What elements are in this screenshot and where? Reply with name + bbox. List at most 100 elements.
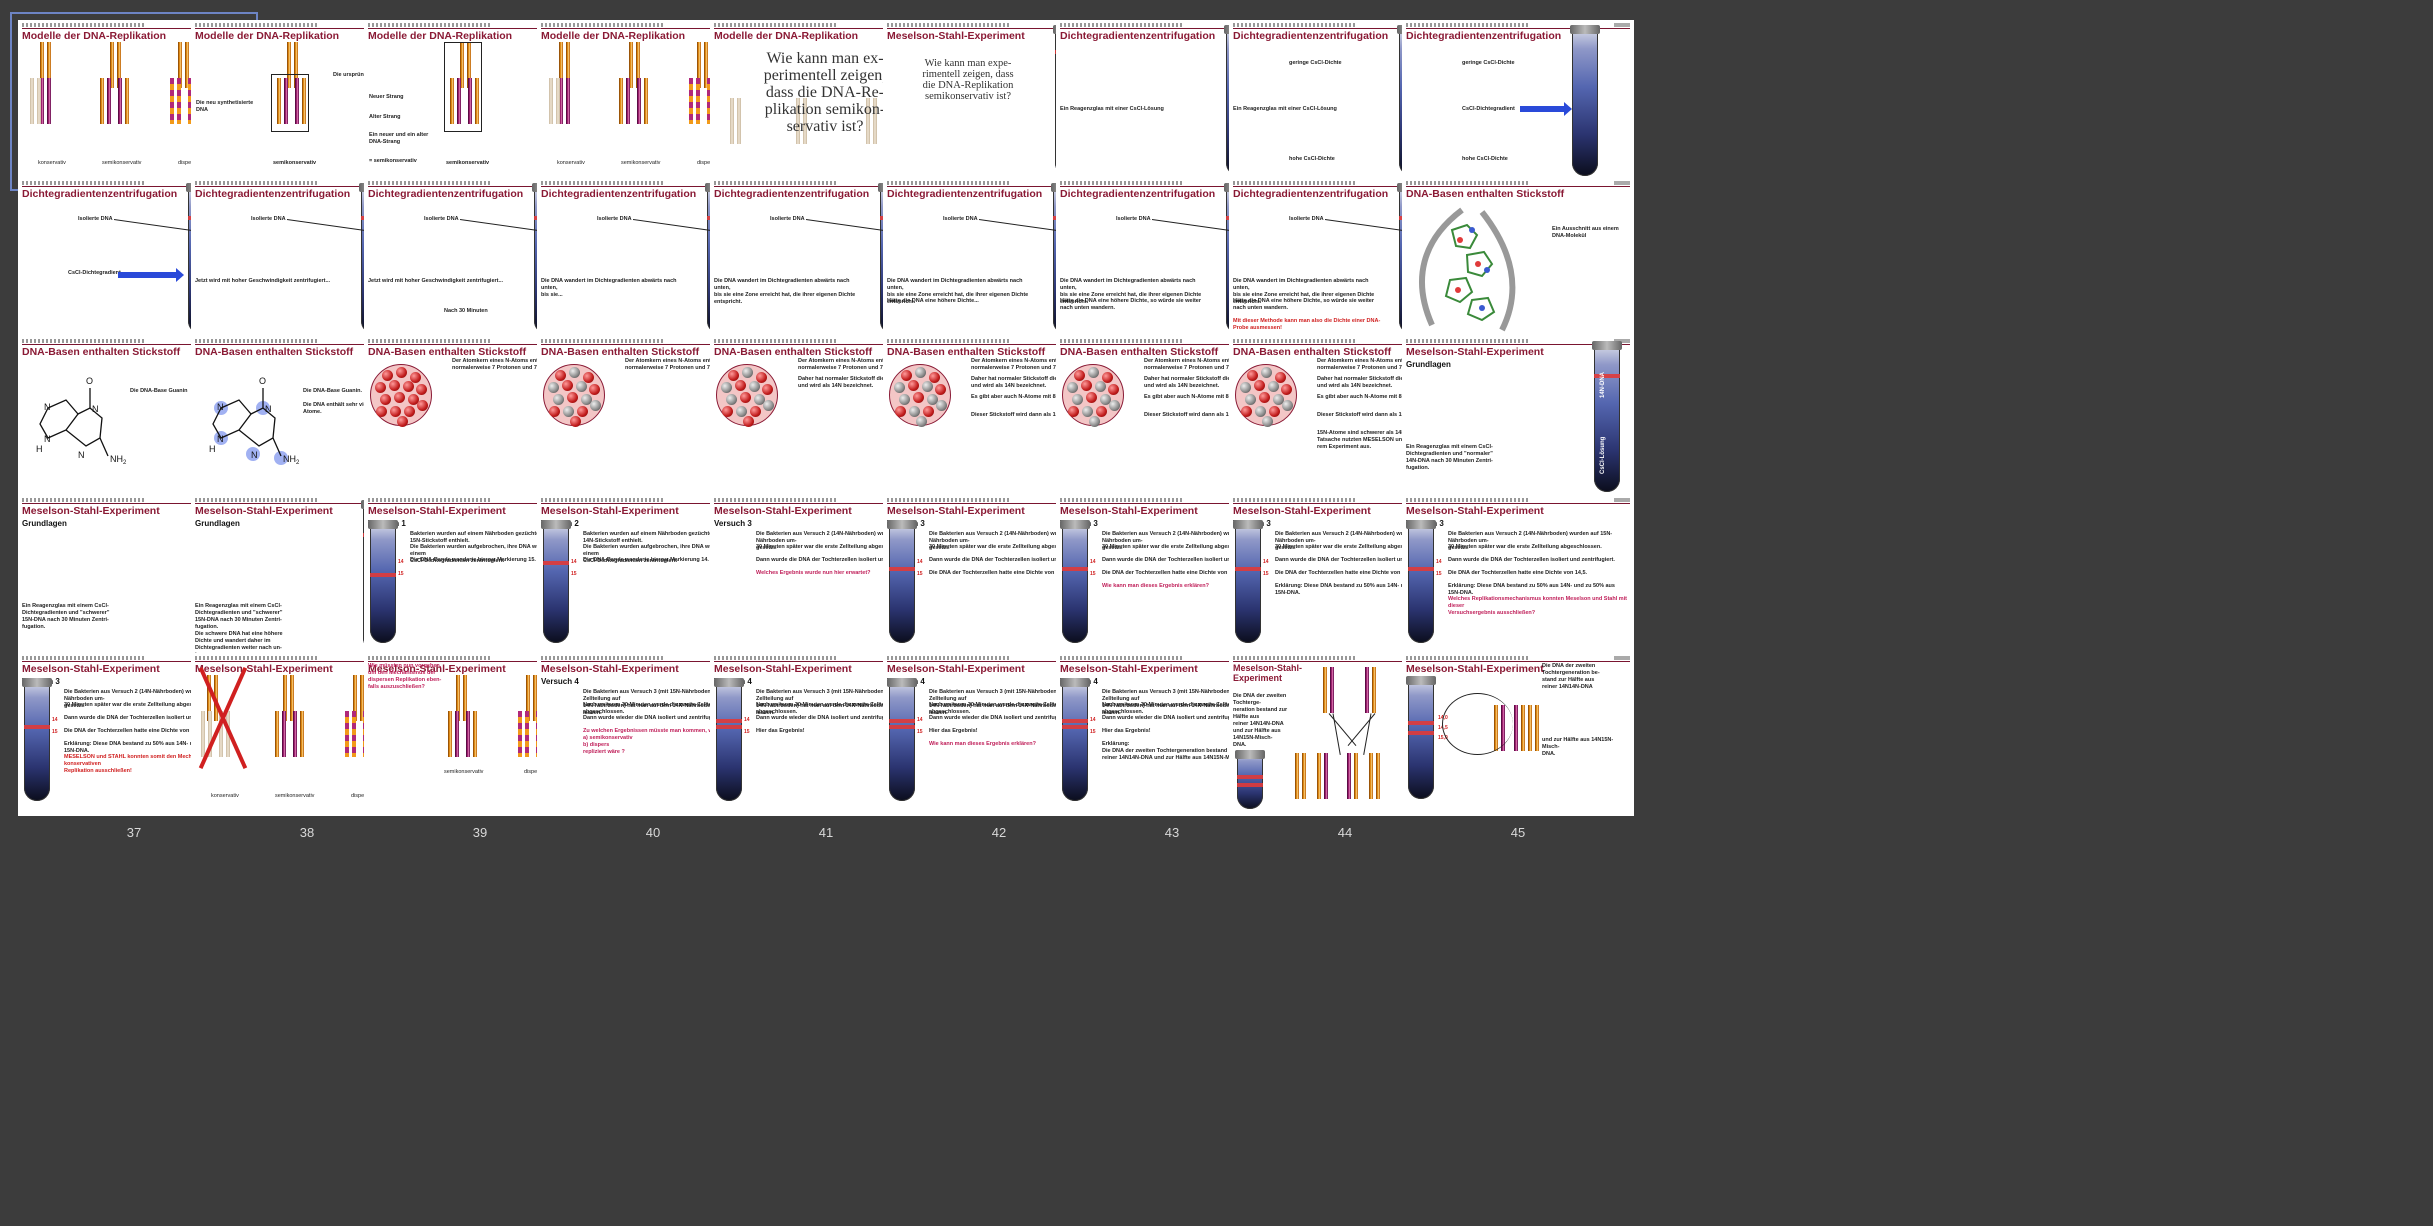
disp-1-strand-b [177,78,181,124]
slide-canvas[interactable]: Meselson-Stahl-Experiment Grundlagen Ein R… [1402,336,1634,499]
slide-title: Meselson-Stahl-Experiment [22,505,160,517]
proton-ball [1259,392,1270,403]
tube-cap [714,678,744,687]
proton-ball [1281,384,1292,395]
slide-title: Meselson-Stahl-Experiment [1060,663,1198,675]
slide-text: Hätte die DNA eine höhere Dichte, so wür… [1060,298,1201,311]
tube-cap [1060,520,1090,529]
slide-thumbnail-45[interactable]: Meselson-Stahl-Experiment 14,0 14,5 15,0 Die… [1402,653,1634,883]
semi-1-strand-b [626,78,630,124]
slide-title: Meselson-Stahl-Experiment [195,505,333,517]
dna-band [1408,731,1434,735]
semi-1-strand-b [107,78,111,124]
proton-ball [376,406,387,417]
slide-subtitle: Versuch 3 [714,519,752,528]
slide-text: 30 Minuten später war die erste Zellteil… [1448,544,1602,550]
semi-1-strand-a [275,711,279,757]
slide-text: semikonservativ [273,160,317,166]
slide-text: und zur Hälfte aus 14N15N-Misch- DNA. [1542,737,1614,757]
gen2-b-strand-a [1317,753,1321,799]
neutron-ball [1245,394,1256,405]
slide-title: Modelle der DNA-Replikation [22,30,167,42]
slide-title: Modelle der DNA-Replikation [195,30,340,42]
slide-text: Wie müssten nun vorgehen, um den Mechani… [368,663,442,690]
dna-band [1408,721,1434,725]
tube-label: CsCl-Lösung [1600,436,1606,474]
highlight-box [444,42,482,132]
svg-text:H: H [209,444,216,454]
result-tube [368,520,398,643]
density-mark: 15 [917,729,923,735]
slide-text: Ein Reagenzglas mit einem CsCl- Dichtegr… [195,603,283,630]
neutron-ball [726,394,737,405]
ghost-strand-b [556,78,560,124]
slide-canvas[interactable]: Meselson-Stahl-ExperimentVersuch 31415Di… [1402,495,1634,658]
slide-title: DNA-Basen enthalten Stickstoff [541,346,700,358]
proton-ball [589,384,600,395]
ghost-strand-a [549,78,553,124]
tube-cap [1233,520,1263,529]
result-tube [887,520,917,643]
slide-text: Erklärung: Diese DNA bestand zu 50% aus … [1448,583,1615,596]
proton-ball [1096,406,1107,417]
result-tube [887,678,917,801]
neutron-ball [1268,381,1279,392]
disp-1-strand-b [525,711,529,757]
slide-canvas[interactable]: Meselson-Stahl-Experiment 14,0 14,5 15,0 Die… [1402,653,1634,816]
dna-band [543,561,569,565]
svg-text:N: N [92,404,99,414]
gen1-b-strand-a [1365,667,1369,713]
slide-subtitle: Grundlagen [1406,360,1451,369]
slide-title: Meselson-Stahl-Experiment [887,30,1025,42]
svg-text:NH2: NH2 [110,454,127,466]
neutron-ball [1072,394,1083,405]
density-mark: 14 [1090,559,1096,565]
gen1-b-strand-b [1372,667,1376,713]
proton-ball [389,380,400,391]
tube-cap [22,678,52,687]
slide-text: Ein Reagenzglas mit einer CsCl-Lösung [1060,106,1164,112]
proton-ball [404,406,415,417]
slide-text: hohe CsCl-Dichte [1462,156,1508,162]
proton-ball [549,406,560,417]
slide-title: DNA-Basen enthalten Stickstoff [714,346,873,358]
slide-text: Hätte die DNA eine höhere Dichte, so wür… [1233,298,1374,311]
neutron-ball [899,394,910,405]
result-tube [541,520,571,643]
semi-2-strand-b [125,78,129,124]
svg-text:NH2: NH2 [283,454,300,466]
neutron-ball [742,367,753,378]
svg-text:N: N [44,402,51,412]
dna-band [889,725,915,729]
semi-2-strand-b [644,78,648,124]
slide-title: Modelle der DNA-Replikation [714,30,859,42]
semi-1-strand-b [282,711,286,757]
slide-text: = semikonservativ [369,158,417,164]
proton-ball [895,406,906,417]
slide-canvas[interactable]: Dichtegradientenzentrifugation geringe Cs… [1402,20,1634,183]
proton-ball [1081,380,1092,391]
dna-band [1062,725,1088,729]
slide-header-strip [1406,498,1630,504]
tube-cap [1235,750,1265,759]
result-tube [1060,520,1090,643]
gen2-d-strand-b [1376,753,1380,799]
guanine-structure: O N N N NH2 H N [201,366,301,486]
gen2-c-strand-a [1347,753,1351,799]
neutron-ball [763,400,774,411]
neutron-ball [1082,406,1093,417]
semi-1-strand-a [100,78,104,124]
proton-ball [562,380,573,391]
dna-band [1062,719,1088,723]
slide-title: DNA-Basen enthalten Stickstoff [887,346,1046,358]
slide-text: semikonservativ [621,160,661,166]
slide-canvas[interactable]: DNA-Basen enthalten Stickstoff Ein Aussch… [1402,178,1634,341]
proton-ball [901,370,912,381]
tube-cap [541,520,571,529]
tube-cap [1060,678,1090,687]
tube-cap [1406,520,1436,529]
slide-title: Meselson-Stahl-Experiment [1406,505,1544,517]
slide-title: Dichtegradientenzentrifugation [714,188,870,200]
proton-ball [913,392,924,403]
slide-title: Meselson-Stahl-Experiment [1406,346,1544,358]
